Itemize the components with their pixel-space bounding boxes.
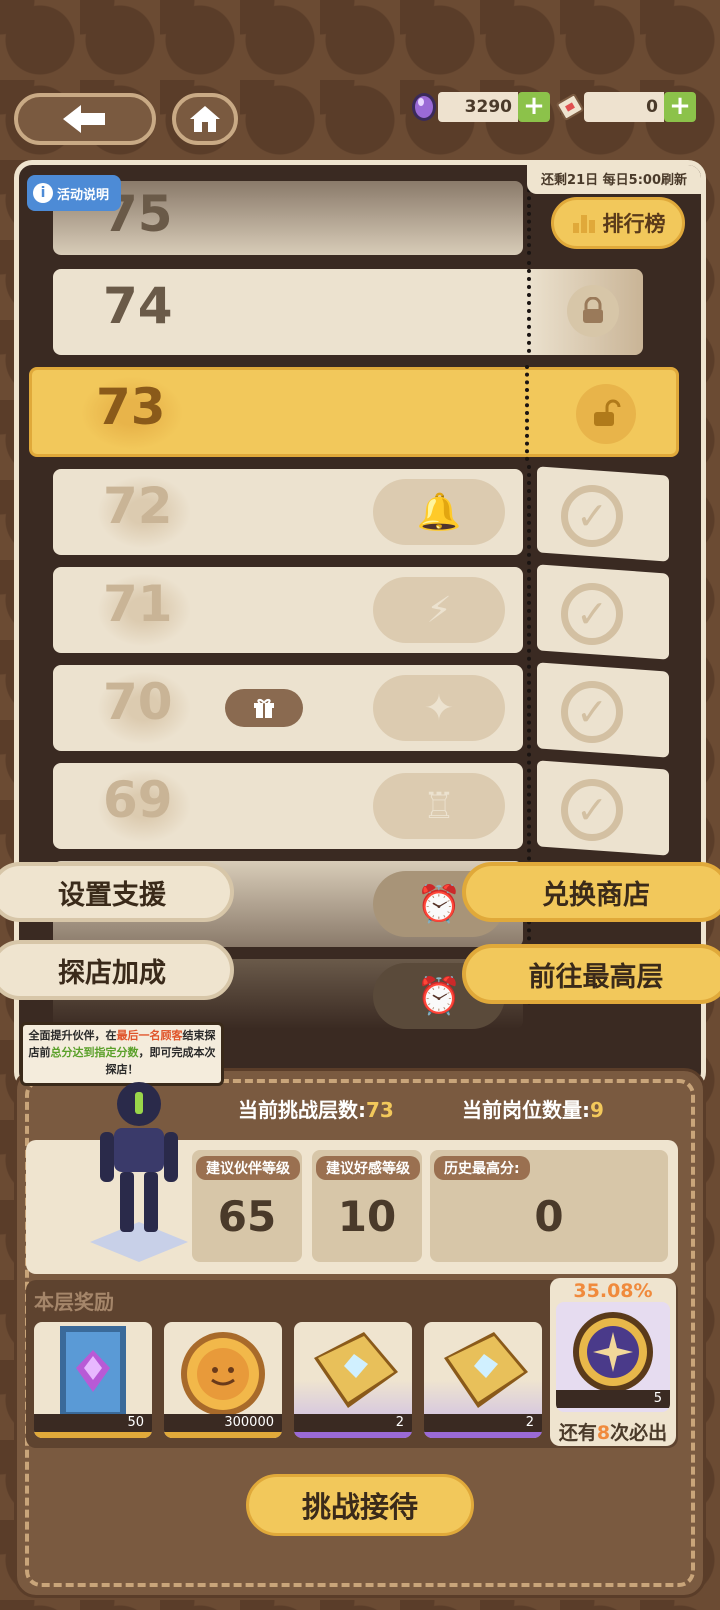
perforation — [525, 365, 529, 461]
add-ticket-button[interactable]: + — [664, 92, 696, 122]
chef-hat-icon: ♖ — [373, 773, 505, 839]
guarantee-count: 5 — [556, 1390, 670, 1408]
bowtie-icon: ✦ — [373, 675, 505, 741]
reward-item-gold-book[interactable]: 2 — [424, 1322, 542, 1438]
bell-icon: 🔔 — [373, 479, 505, 545]
suggest-partner-level-card: 建议伙伴等级 65 — [192, 1150, 302, 1262]
reward-count: 50 — [34, 1414, 152, 1432]
completed-check-icon: ✓ — [561, 583, 623, 645]
card-label: 历史最高分: — [434, 1156, 530, 1180]
floor-75: 75 — [53, 181, 523, 255]
challenge-button[interactable]: 挑战接待 — [246, 1474, 474, 1536]
floor-69[interactable]: 69 ♖ — [53, 763, 523, 849]
robot-character-icon — [90, 1082, 188, 1262]
reward-count: 300000 — [164, 1414, 282, 1432]
card-value: 10 — [337, 1192, 397, 1241]
home-button[interactable] — [172, 93, 238, 145]
card-value: 65 — [217, 1192, 277, 1241]
unlock-icon — [576, 384, 636, 444]
bar-chart-icon — [572, 215, 595, 233]
floor-number: 70 — [103, 673, 173, 731]
ticket-counter: 0 + — [556, 92, 696, 122]
star-medal-icon — [573, 1312, 653, 1392]
tip-highlight: 总分达到指定分数 — [50, 1046, 139, 1059]
perforation — [527, 465, 531, 1005]
guarantee-item: 5 — [556, 1302, 670, 1412]
guarantee-text: 还有8次必出 — [558, 1422, 668, 1444]
completed-check-icon: ✓ — [561, 681, 623, 743]
gold-book-icon — [444, 1332, 528, 1408]
activity-info-button[interactable]: i 活动说明 — [27, 175, 121, 211]
guaranteed-reward[interactable]: 35.08% 5 还有8次必出 — [550, 1278, 676, 1446]
floor-73-current[interactable]: 73 — [29, 367, 679, 457]
guarantee-percent: 35.08% — [573, 1280, 653, 1302]
activity-info-label: 活动说明 — [57, 187, 110, 203]
purple-gem-icon — [412, 93, 436, 121]
reward-item-gold-book[interactable]: 2 — [294, 1322, 412, 1438]
card-value: 0 — [534, 1192, 564, 1241]
coin-icon — [181, 1332, 265, 1416]
hat-icon: ⚡ — [373, 577, 505, 643]
exchange-shop-button[interactable]: 兑换商店 — [462, 862, 720, 922]
floor-number: 69 — [103, 771, 173, 829]
home-icon — [190, 106, 220, 132]
lock-icon — [567, 285, 619, 337]
leaderboard-label: 排行榜 — [602, 212, 666, 236]
gem-card-icon — [60, 1326, 126, 1418]
tip-bubble: 全面提升伙伴，在最后一名顾客结束探店前总分达到指定分数，即可完成本次探店！ — [20, 1022, 224, 1086]
suggest-affection-level-card: 建议好感等级 10 — [312, 1150, 422, 1262]
gem-value: 3290 — [438, 92, 518, 122]
completed-check-icon: ✓ — [561, 779, 623, 841]
perforation — [527, 261, 531, 353]
info-icon: i — [33, 183, 53, 203]
floor-71[interactable]: 71 ⚡ — [53, 567, 523, 653]
leaderboard-button[interactable]: 排行榜 — [551, 197, 685, 249]
gem-counter: 3290 + — [410, 92, 550, 122]
ticket-icon — [556, 93, 584, 121]
reward-item-coin[interactable]: 300000 — [164, 1322, 282, 1438]
current-floor-stat: 当前挑战层数:73 — [238, 1098, 394, 1122]
floor-72[interactable]: 72 🔔 — [53, 469, 523, 555]
current-slots-stat: 当前岗位数量:9 — [462, 1098, 604, 1122]
reward-count: 2 — [424, 1414, 542, 1432]
floor-number: 74 — [103, 277, 173, 335]
floor-number: 72 — [103, 477, 173, 535]
floor-74[interactable]: 74 — [53, 269, 643, 355]
rewards-title: 本层奖励 — [34, 1290, 114, 1314]
completed-check-icon: ✓ — [561, 485, 623, 547]
floor-70[interactable]: 70 ✦ — [53, 665, 523, 751]
refresh-timer: 还剩21日 每日5:00刷新 — [527, 165, 701, 194]
floor-number: 71 — [103, 575, 173, 633]
gift-icon[interactable] — [225, 689, 303, 727]
floor-number: 73 — [96, 378, 166, 436]
tip-highlight: 最后一名顾客 — [116, 1029, 183, 1042]
stats-card-area: 建议伙伴等级 65 建议好感等级 10 历史最高分: 0 — [26, 1082, 678, 1274]
tip-text: 全面提升伙伴，在 — [28, 1029, 117, 1042]
shop-bonus-button[interactable]: 探店加成 — [0, 940, 234, 1000]
card-label: 建议好感等级 — [316, 1156, 420, 1180]
add-gem-button[interactable]: + — [518, 92, 550, 122]
gold-book-icon — [314, 1332, 398, 1408]
back-button[interactable] — [14, 93, 156, 145]
reward-count: 2 — [294, 1414, 412, 1432]
set-support-button[interactable]: 设置支援 — [0, 862, 234, 922]
go-highest-floor-button[interactable]: 前往最高层 — [462, 944, 720, 1004]
ticket-value: 0 — [584, 92, 664, 122]
card-label: 建议伙伴等级 — [196, 1156, 300, 1180]
history-high-score-card: 历史最高分: 0 — [430, 1150, 668, 1262]
back-arrow-icon — [63, 105, 105, 133]
reward-item-gem-card[interactable]: 50 — [34, 1322, 152, 1438]
